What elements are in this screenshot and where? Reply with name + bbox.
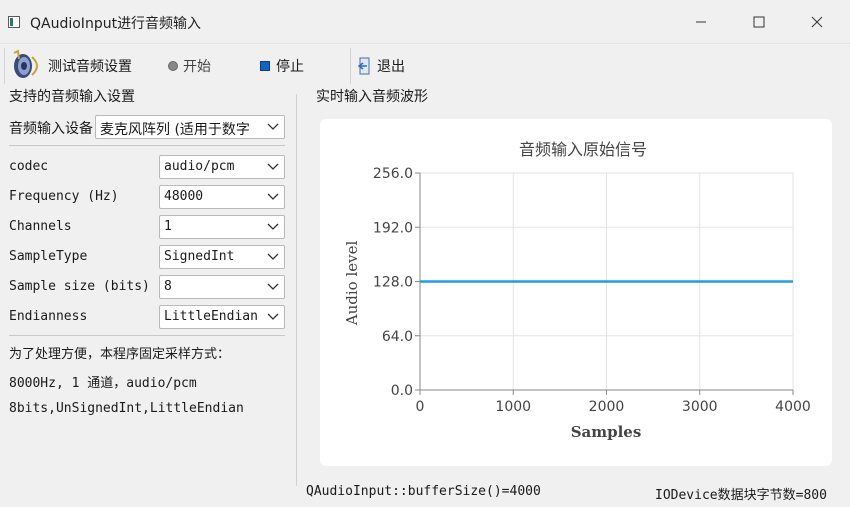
frequency-label: Frequency (Hz) xyxy=(9,189,119,204)
frequency-combo-value: 48000 xyxy=(164,189,204,204)
frequency-combo[interactable]: 48000 xyxy=(159,185,285,209)
chart-axes: 0 1000 2000 3000 4000 0.0 64.0 128.0 192.0 256.0 xyxy=(373,166,811,415)
panel-splitter[interactable] xyxy=(296,94,297,486)
endianness-combo-value: LittleEndian xyxy=(164,309,258,324)
audio-settings-group-title: 支持的音频输入设置 xyxy=(9,89,135,105)
chevron-down-icon xyxy=(267,223,279,230)
device-combo[interactable]: 麦克风阵列 (适用于数字 xyxy=(95,115,285,139)
sampletype-combo[interactable]: SignedInt xyxy=(159,245,285,269)
info-text-line-3: 8bits,UnSignedInt,LittleEndian xyxy=(9,401,244,416)
codec-label: codec xyxy=(9,159,49,174)
start-button[interactable]: 开始 xyxy=(168,44,211,88)
maximize-icon xyxy=(753,16,765,28)
endianness-label: Endianness xyxy=(9,309,88,324)
title-bar: QAudioInput进行音频输入 xyxy=(0,0,850,44)
x-tick-label: 2000 xyxy=(589,399,625,415)
waveform-chart: 音频输入原始信号 0 1000 2000 3000 4000 0.0 64.0 128.0 19… xyxy=(320,119,832,466)
exit-door-icon xyxy=(358,57,370,75)
chevron-down-icon xyxy=(267,123,279,130)
y-tick-label: 128.0 xyxy=(373,275,413,291)
channels-combo[interactable]: 1 xyxy=(159,215,285,239)
status-block-bytes: IODevice数据块字节数=800 xyxy=(655,488,827,503)
toolbar: 测试音频设置 开始 停止 退出 xyxy=(0,44,850,88)
stop-label: 停止 xyxy=(276,59,304,75)
close-icon xyxy=(811,16,823,28)
y-tick-label: 192.0 xyxy=(373,220,413,236)
channels-combo-value: 1 xyxy=(164,219,172,234)
test-settings-label: 测试音频设置 xyxy=(48,59,132,75)
divider xyxy=(9,335,285,336)
info-text-line-2: 8000Hz, 1 通道，audio/pcm xyxy=(9,376,197,391)
toolbar-handle xyxy=(4,48,5,84)
sampletype-combo-value: SignedInt xyxy=(164,249,235,264)
chevron-down-icon xyxy=(267,163,279,170)
x-tick-label: 1000 xyxy=(495,399,531,415)
waveform-group-title: 实时输入音频波形 xyxy=(316,89,428,105)
y-axis-label: Audio level xyxy=(343,241,361,327)
codec-combo-value: audio/pcm xyxy=(164,159,235,174)
chevron-down-icon xyxy=(267,193,279,200)
x-tick-label: 4000 xyxy=(775,399,811,415)
toolbar-separator xyxy=(350,48,351,84)
test-settings-button[interactable]: 测试音频设置 xyxy=(10,44,132,88)
x-axis-label: Samples xyxy=(571,423,642,441)
record-dot-icon xyxy=(168,61,178,71)
y-tick-label: 256.0 xyxy=(373,166,413,182)
device-label: 音频输入设备 xyxy=(9,121,93,137)
y-tick-label: 64.0 xyxy=(382,329,413,345)
y-tick-label: 0.0 xyxy=(391,383,413,399)
info-text-line-1: 为了处理方便，本程序固定采样方式： xyxy=(9,347,231,362)
stop-button[interactable]: 停止 xyxy=(260,44,304,88)
status-buffer-size: QAudioInput::bufferSize()=4000 xyxy=(306,484,541,499)
minimize-button[interactable] xyxy=(672,0,730,44)
samplesize-label: Sample size (bits) xyxy=(9,279,150,294)
start-label: 开始 xyxy=(183,59,211,75)
x-tick-label: 3000 xyxy=(682,399,718,415)
sampletype-label: SampleType xyxy=(9,249,88,264)
chart-title: 音频输入原始信号 xyxy=(519,140,647,159)
app-icon xyxy=(8,16,20,28)
stop-icon xyxy=(260,61,270,71)
channels-label: Channels xyxy=(9,219,72,234)
speaker-icon xyxy=(13,49,38,78)
chevron-down-icon xyxy=(267,313,279,320)
samplesize-combo-value: 8 xyxy=(164,279,172,294)
endianness-combo[interactable]: LittleEndian xyxy=(159,305,285,329)
minimize-icon xyxy=(696,21,706,23)
x-tick-label: 0 xyxy=(416,399,425,415)
chevron-down-icon xyxy=(267,253,279,260)
chevron-down-icon xyxy=(267,283,279,290)
exit-label: 退出 xyxy=(377,59,405,75)
exit-button[interactable]: 退出 xyxy=(358,44,405,88)
samplesize-combo[interactable]: 8 xyxy=(159,275,285,299)
chart-canvas: 音频输入原始信号 0 1000 2000 3000 4000 0.0 64.0 128.0 19… xyxy=(343,140,811,441)
codec-combo[interactable]: audio/pcm xyxy=(159,155,285,179)
window-title: QAudioInput进行音频输入 xyxy=(30,16,202,32)
divider xyxy=(9,145,285,146)
close-button[interactable] xyxy=(788,0,846,44)
maximize-button[interactable] xyxy=(730,0,788,44)
device-combo-value: 麦克风阵列 (适用于数字 xyxy=(100,122,250,138)
